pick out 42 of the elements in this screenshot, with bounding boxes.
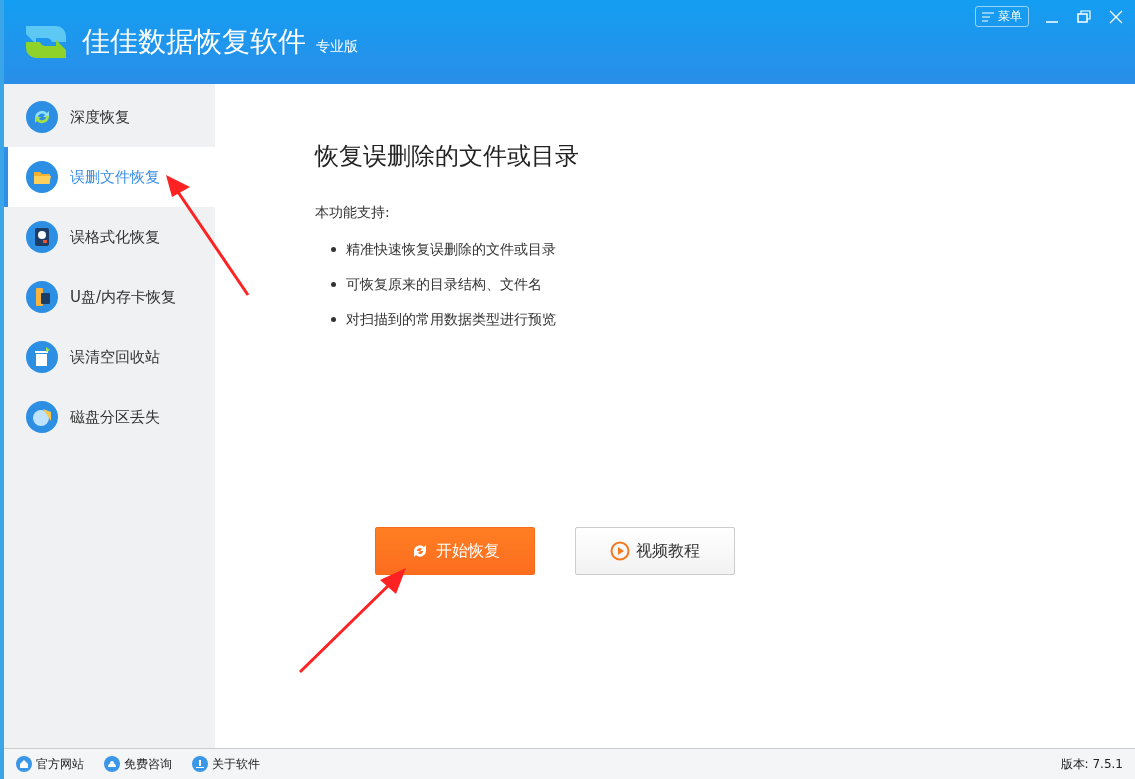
bullet-dot (331, 282, 336, 287)
bullet-dot (331, 317, 336, 322)
feature-text: 可恢复原来的目录结构、文件名 (346, 275, 542, 294)
home-icon (16, 756, 32, 772)
sidebar-item[interactable]: U盘/内存卡恢复 (4, 267, 215, 327)
feature-text: 对扫描到的常用数据类型进行预览 (346, 310, 556, 329)
pie-chart-icon (26, 401, 58, 433)
sidebar-item-label: U盘/内存卡恢复 (70, 287, 177, 307)
sidebar-item[interactable]: 误删文件恢复 (4, 147, 215, 207)
sidebar-item-label: 误清空回收站 (70, 347, 160, 367)
restore-icon (1077, 9, 1091, 24)
trash-icon (26, 341, 58, 373)
chat-icon (104, 756, 120, 772)
sidebar-item[interactable]: 误格式化恢复 (4, 207, 215, 267)
sidebar-item[interactable]: 磁盘分区丢失 (4, 387, 215, 447)
video-tutorial-button[interactable]: 视频教程 (575, 527, 735, 575)
section-heading: 恢复误删除的文件或目录 (315, 141, 580, 172)
menu-icon (982, 11, 994, 22)
hard-disk-icon (26, 221, 58, 253)
intro-text: 本功能支持: (315, 204, 391, 222)
status-link[interactable]: 关于软件 (192, 755, 260, 773)
sidebar-item-label: 磁盘分区丢失 (70, 407, 160, 427)
status-link[interactable]: 免费咨询 (104, 755, 172, 773)
edition-label: 专业版 (316, 38, 358, 56)
sidebar-item[interactable]: 深度恢复 (4, 87, 215, 147)
minimize-icon (1045, 20, 1059, 23)
usb-card-icon (26, 281, 58, 313)
feature-text: 精准快速恢复误删除的文件或目录 (346, 240, 556, 259)
status-link[interactable]: 官方网站 (16, 755, 84, 773)
close-icon (1109, 9, 1123, 24)
sidebar-item[interactable]: 误清空回收站 (4, 327, 215, 387)
version-label: 版本: 7.5.1 (1060, 755, 1123, 773)
folder-icon (26, 161, 58, 193)
sidebar-item-label: 深度恢复 (70, 107, 130, 127)
restore-button[interactable] (1075, 7, 1093, 26)
bullet-dot (331, 247, 336, 252)
sidebar-item-label: 误格式化恢复 (70, 227, 160, 247)
sync-icon (26, 101, 58, 133)
app-title: 佳佳数据恢复软件 (82, 24, 306, 60)
info-icon (192, 756, 208, 772)
sidebar-item-label: 误删文件恢复 (70, 167, 160, 187)
play-icon (610, 541, 630, 561)
